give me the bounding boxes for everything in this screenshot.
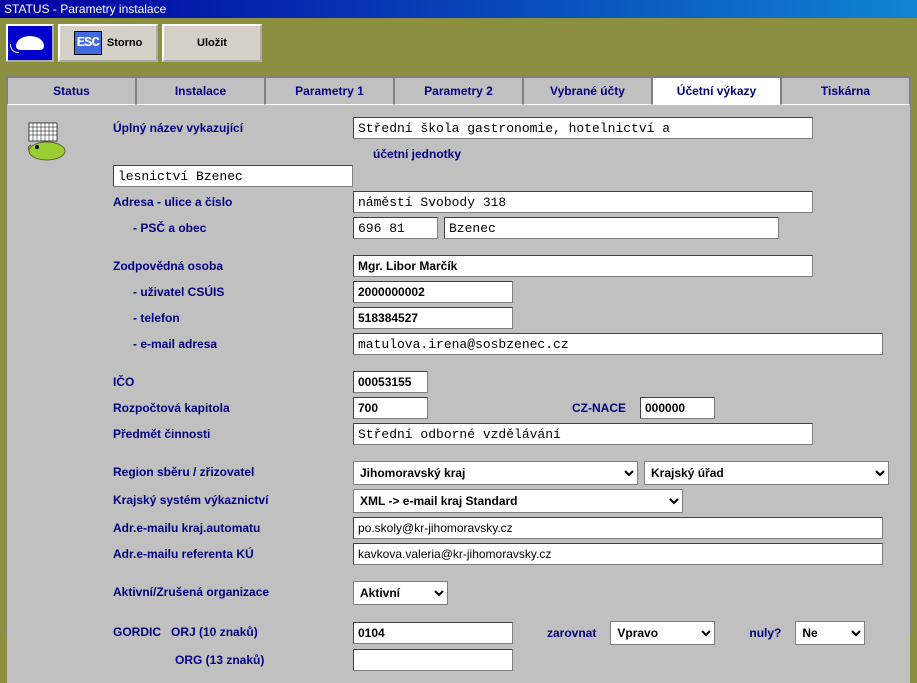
tabs: Status Instalace Parametry 1 Parametry 2… — [7, 77, 910, 105]
email-field[interactable] — [353, 333, 883, 355]
label-adr-referent: Adr.e-mailu referenta KÚ — [113, 543, 353, 561]
psc-field[interactable] — [353, 217, 438, 239]
predmet-field[interactable] — [353, 423, 813, 445]
uzivatel-field[interactable] — [353, 281, 513, 303]
label-cznace: CZ-NACE — [564, 401, 634, 415]
telefon-field[interactable] — [353, 307, 513, 329]
label-region: Region sběru / zřizovatel — [113, 461, 353, 479]
orj-field[interactable] — [353, 622, 513, 644]
tab-status[interactable]: Status — [7, 77, 136, 105]
org-field[interactable] — [353, 649, 513, 671]
adr-automat-field[interactable] — [353, 517, 883, 539]
tab-parametry1[interactable]: Parametry 1 — [265, 77, 394, 105]
label-nazev1: Úplný název vykazující — [113, 117, 353, 135]
label-aktivni: Aktivní/Zrušená organizace — [113, 581, 353, 599]
zrizovatel-select[interactable]: Krajský úřad — [644, 461, 889, 485]
ulozit-label: Uložit — [197, 37, 227, 49]
window-title: STATUS - Parametry instalace — [4, 2, 166, 16]
label-kapitola: Rozpočtová kapitola — [113, 397, 353, 415]
label-adresa: Adresa - ulice a číslo — [113, 191, 353, 209]
label-gordic-orj: GORDIC ORJ (10 znaků) — [113, 621, 353, 639]
nuly-select[interactable]: Ne — [795, 621, 865, 645]
mouse-icon — [16, 36, 44, 50]
nazev1-field[interactable] — [353, 117, 813, 139]
zarovnat-select[interactable]: Vpravo — [610, 621, 715, 645]
label-org: ORG (13 znaků) — [113, 649, 353, 667]
adresa-field[interactable] — [353, 191, 813, 213]
ulozit-button[interactable]: Uložit — [162, 24, 262, 62]
aktivni-select[interactable]: Aktivní — [353, 581, 448, 605]
kapitola-field[interactable] — [353, 397, 428, 419]
tab-instalace[interactable]: Instalace — [136, 77, 265, 105]
label-psc-obec: - PSČ a obec — [113, 217, 353, 235]
label-ico: IČO — [113, 371, 353, 389]
label-osoba: Zodpovědná osoba — [113, 255, 353, 273]
label-telefon: - telefon — [113, 307, 353, 325]
label-email: - e-mail adresa — [113, 333, 353, 351]
label-adr-automat: Adr.e-mailu kraj.automatu — [113, 517, 353, 535]
label-zarovnat: zarovnat — [539, 626, 604, 640]
label-nazev2: účetní jednotky — [353, 143, 894, 161]
tab-parametry2[interactable]: Parametry 2 — [394, 77, 523, 105]
form-area: Úplný název vykazující účetní jednotky A… — [7, 105, 910, 683]
tab-vybrane-ucty[interactable]: Vybrané účty — [523, 77, 652, 105]
region-select[interactable]: Jihomoravský kraj — [353, 461, 638, 485]
obec-field[interactable] — [444, 217, 779, 239]
cznace-field[interactable] — [640, 397, 715, 419]
workspace: Status Instalace Parametry 1 Parametry 2… — [6, 76, 911, 636]
label-uzivatel: - uživatel CSÚIS — [113, 281, 353, 299]
toolbar: ESC Storno Uložit — [0, 18, 917, 68]
label-predmet: Předmět činnosti — [113, 423, 353, 441]
storno-button[interactable]: ESC Storno — [58, 24, 158, 62]
nazev2-field[interactable] — [113, 165, 353, 187]
org-icon — [23, 121, 73, 161]
home-button[interactable] — [6, 24, 54, 62]
storno-label: Storno — [107, 37, 142, 49]
esc-icon: ESC — [74, 31, 102, 55]
osoba-field[interactable] — [353, 255, 813, 277]
tab-tiskarna[interactable]: Tiskárna — [781, 77, 910, 105]
ico-field[interactable] — [353, 371, 428, 393]
krajsky-select[interactable]: XML -> e-mail kraj Standard — [353, 489, 683, 513]
window-titlebar: STATUS - Parametry instalace — [0, 0, 917, 18]
label-krajsky: Krajský systém výkaznictví — [113, 489, 353, 507]
adr-referent-field[interactable] — [353, 543, 883, 565]
label-nuly: nuly? — [741, 626, 789, 640]
tab-ucetni-vykazy[interactable]: Účetní výkazy — [652, 77, 781, 105]
